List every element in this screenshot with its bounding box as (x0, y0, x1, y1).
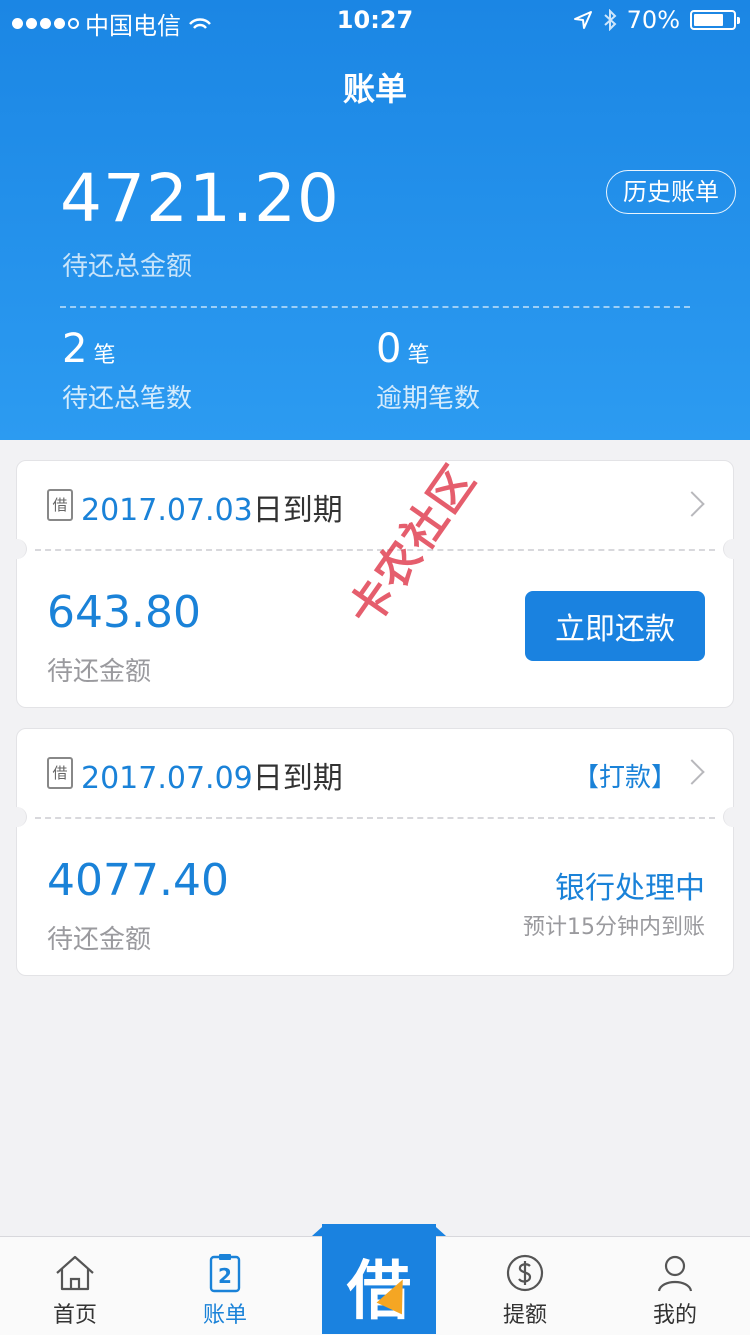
status-bar: 中国电信 10:27 70% (0, 0, 750, 40)
card-notch (6, 807, 27, 827)
history-bills-button[interactable]: 历史账单 (606, 170, 736, 214)
stat-pending-count: 2笔 待还总笔数 (62, 326, 192, 415)
stat-label: 待还总笔数 (62, 384, 193, 414)
bill-icon: 借 (47, 757, 73, 789)
stat-overdue-count: 0笔 逾期笔数 (376, 326, 480, 415)
header: 中国电信 10:27 70% 账单 4721.20 待还总金额 历史账单 2笔 … (0, 0, 750, 440)
bluetooth-icon (603, 9, 617, 31)
chevron-right-icon (679, 491, 705, 517)
arrival-estimate: 预计15分钟内到账 (523, 915, 705, 940)
page-title: 账单 (342, 70, 407, 108)
stat-unit: 笔 (407, 343, 430, 368)
stat-label: 逾期笔数 (376, 384, 481, 414)
card-notch (723, 807, 744, 827)
dollar-icon (506, 1254, 544, 1292)
bill-amount: 4077.40 (47, 855, 229, 906)
user-icon (657, 1255, 693, 1292)
status-right: 70% (573, 6, 740, 34)
tab-bills[interactable]: 2 账单 (150, 1237, 300, 1335)
bill-amount: 643.80 (47, 587, 201, 638)
tab-home[interactable]: 首页 (0, 1237, 150, 1335)
tab-raise-limit[interactable]: 提额 (450, 1237, 600, 1335)
transfer-tag[interactable]: 【打款】 (573, 757, 677, 794)
battery-percent: 70% (626, 6, 680, 34)
bill-due-date: 2017.07.03日到期 (81, 493, 343, 528)
card-notch (6, 539, 27, 559)
bill-amount-label: 待还金额 (47, 925, 152, 955)
borrow-label: 借 (347, 1255, 411, 1329)
repay-now-button[interactable]: 立即还款 (525, 591, 705, 661)
tab-label: 账单 (202, 1303, 247, 1328)
bill-amount-label: 待还金额 (47, 657, 152, 687)
bill-card: 借 2017.07.09日到期 【打款】 4077.40 待还金额 银行处理中 … (6, 728, 744, 976)
tab-label: 我的 (652, 1303, 697, 1328)
total-amount: 4721.20 (60, 160, 340, 237)
tab-label: 提额 (502, 1303, 547, 1328)
bill-icon: 2 (209, 1254, 241, 1293)
bill-due-date: 2017.07.09日到期 (81, 761, 343, 796)
header-divider (60, 306, 690, 308)
total-amount-label: 待还总金额 (62, 252, 193, 282)
location-arrow-icon (573, 11, 592, 29)
borrow-button[interactable]: 借 (322, 1224, 436, 1334)
stat-unit: 笔 (93, 343, 116, 368)
tab-label: 首页 (52, 1303, 97, 1328)
bill-card-header[interactable]: 借 2017.07.09日到期 【打款】 (17, 729, 733, 817)
chevron-right-icon (679, 759, 705, 785)
bill-icon: 借 (47, 489, 73, 521)
svg-text:2: 2 (218, 1264, 232, 1288)
card-notch (723, 539, 744, 559)
tab-mine[interactable]: 我的 (600, 1237, 750, 1335)
stat-value: 0 (376, 326, 402, 372)
bank-processing-status: 银行处理中 (555, 871, 705, 906)
card-divider (35, 817, 715, 819)
battery-icon (690, 10, 740, 30)
stat-value: 2 (62, 326, 88, 372)
home-icon (56, 1255, 94, 1291)
